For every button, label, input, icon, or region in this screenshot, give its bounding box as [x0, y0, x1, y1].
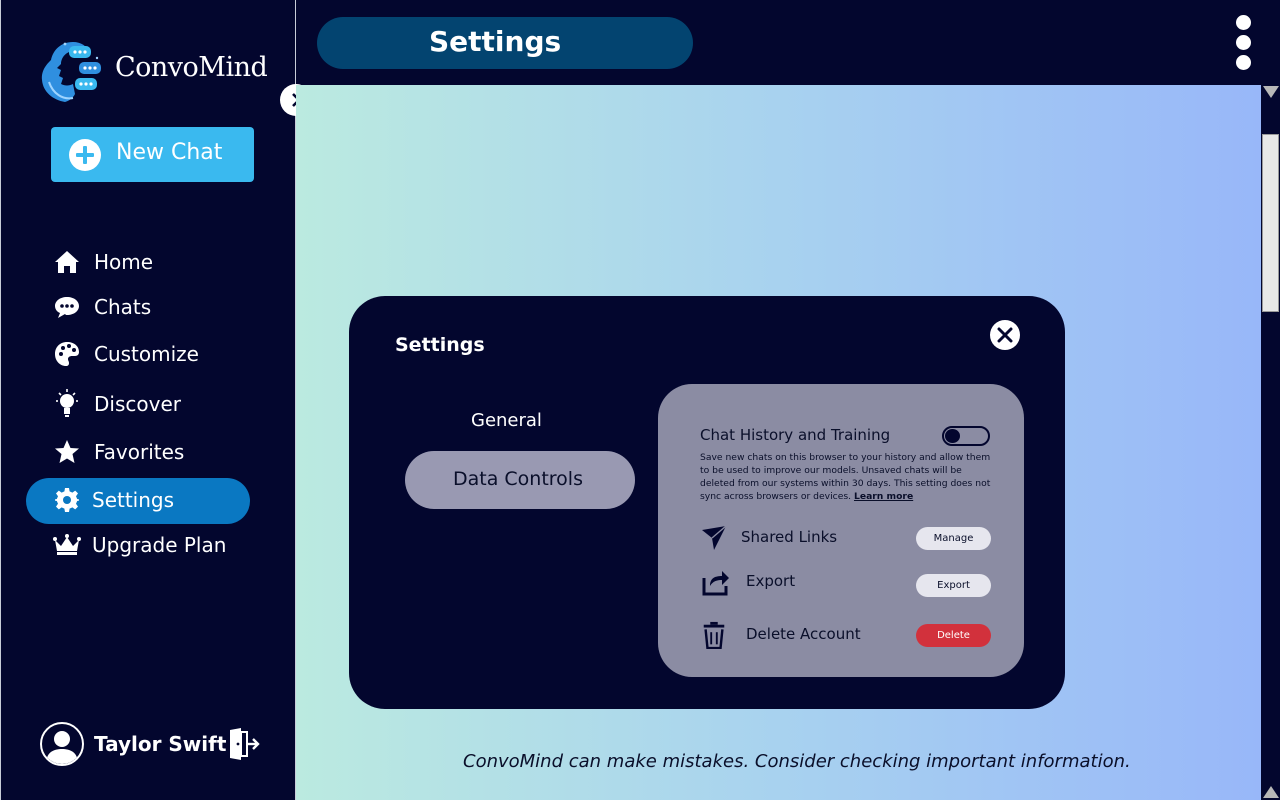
shared-links-label: Shared Links [741, 528, 838, 546]
sidebar-item-customize[interactable]: Customize [53, 334, 199, 374]
share-icon [702, 571, 729, 596]
plus-circle-icon [69, 139, 101, 171]
palette-icon [53, 340, 81, 368]
chat-history-description: Save new chats on this browser to your h… [700, 451, 998, 503]
user-name: Taylor Swift [94, 732, 227, 756]
description-text: Save new chats on this browser to your h… [700, 452, 991, 502]
crown-icon [53, 531, 81, 559]
tab-general[interactable]: General [471, 410, 542, 431]
export-button[interactable]: Export [916, 574, 991, 597]
logo-head-icon [41, 42, 101, 102]
sidebar-item-label: Favorites [94, 440, 185, 464]
sidebar-item-label: Discover [94, 392, 181, 416]
trash-icon [703, 621, 725, 649]
user-icon [46, 731, 78, 764]
tab-data-controls[interactable]: Data Controls [405, 451, 635, 509]
close-button[interactable] [990, 320, 1020, 350]
sidebar-item-discover[interactable]: Discover [53, 384, 181, 424]
lightbulb-icon [53, 389, 81, 418]
scroll-down-arrow-icon[interactable] [1263, 786, 1279, 798]
gear-icon [53, 486, 81, 514]
delete-account-label: Delete Account [746, 625, 861, 643]
scrollbar-thumb[interactable] [1262, 134, 1279, 312]
logout-icon[interactable] [227, 727, 261, 761]
app-logo[interactable]: ConvoMind [39, 38, 268, 104]
tab-label: Data Controls [453, 468, 583, 490]
page-title: Settings [429, 25, 562, 58]
close-icon [997, 327, 1013, 343]
sidebar-item-chats[interactable]: Chats [53, 287, 151, 327]
sidebar-item-label: Customize [94, 342, 199, 366]
avatar [40, 722, 84, 766]
data-controls-panel: Chat History and Training Save new chats… [658, 384, 1024, 677]
sidebar-item-upgrade-plan[interactable]: Upgrade Plan [53, 525, 226, 565]
settings-modal: Settings General Data Controls Chat Hist… [349, 296, 1065, 709]
user-profile[interactable]: Taylor Swift [40, 722, 226, 766]
sidebar-item-label: Chats [94, 295, 152, 319]
learn-more-link[interactable]: Learn more [854, 491, 913, 502]
app-name: ConvoMind [115, 52, 268, 83]
sidebar-item-label: Settings [92, 488, 175, 512]
delete-button[interactable]: Delete [916, 624, 991, 647]
sidebar-item-home[interactable]: Home [53, 242, 153, 282]
more-options-icon[interactable] [1230, 15, 1256, 71]
disclaimer-text: ConvoMind can make mistakes. Consider ch… [463, 751, 1131, 772]
send-icon [702, 525, 727, 550]
page-title-pill: Settings [317, 17, 693, 69]
toggle-knob [945, 429, 960, 443]
manage-button[interactable]: Manage [916, 527, 991, 550]
sidebar-item-settings[interactable]: Settings [53, 480, 174, 520]
export-label: Export [746, 572, 796, 590]
chat-bubble-icon [53, 293, 81, 321]
sidebar-item-favorites[interactable]: Favorites [53, 432, 184, 472]
sidebar-item-label: Home [94, 250, 154, 274]
home-icon [53, 248, 81, 276]
new-chat-label: New Chat [116, 140, 223, 165]
scroll-up-arrow-icon[interactable] [1263, 86, 1279, 98]
star-icon [53, 438, 81, 466]
sidebar: ConvoMind New Chat Home Chats Customize … [0, 0, 296, 800]
sidebar-item-label: Upgrade Plan [92, 533, 227, 557]
modal-title: Settings [395, 334, 485, 356]
chat-history-toggle[interactable] [942, 426, 990, 446]
chat-history-label: Chat History and Training [700, 426, 891, 444]
new-chat-button[interactable]: New Chat [51, 127, 254, 182]
